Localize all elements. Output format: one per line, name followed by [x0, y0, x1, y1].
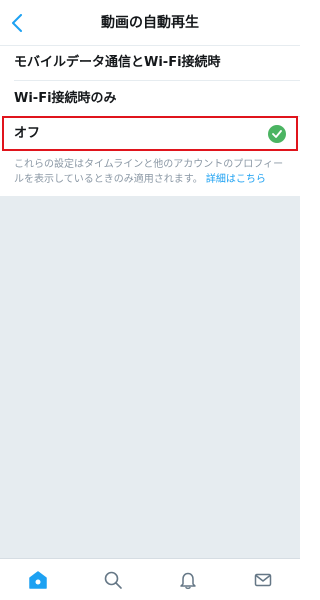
- bell-icon: [179, 572, 196, 589]
- tab-home[interactable]: [18, 562, 58, 598]
- header-bar: 動画の自動再生: [0, 0, 300, 46]
- option-wifi-only[interactable]: Wi-Fi接続時のみ: [0, 81, 300, 117]
- checkmark-icon: [268, 125, 286, 143]
- option-mobile-and-wifi[interactable]: モバイルデータ通信とWi-Fi接続時: [0, 45, 300, 81]
- settings-note: これらの設定はタイムラインと他のアカウントのプロフィールを表示しているときのみ適…: [14, 157, 290, 187]
- home-icon: [28, 570, 47, 589]
- option-label: モバイルデータ通信とWi-Fi接続時: [14, 55, 221, 70]
- option-label: オフ: [14, 126, 41, 141]
- empty-background: [0, 196, 300, 558]
- tab-messages[interactable]: [243, 562, 283, 598]
- bottom-tab-bar: [0, 558, 300, 600]
- mail-icon: [254, 573, 271, 586]
- tab-notifications[interactable]: [168, 562, 208, 598]
- page-title: 動画の自動再生: [101, 15, 199, 31]
- option-off[interactable]: オフ: [0, 116, 300, 151]
- search-icon: [104, 571, 122, 589]
- option-label: Wi-Fi接続時のみ: [14, 91, 117, 106]
- tab-search[interactable]: [93, 562, 133, 598]
- learn-more-link[interactable]: 詳細はこちら: [206, 174, 266, 185]
